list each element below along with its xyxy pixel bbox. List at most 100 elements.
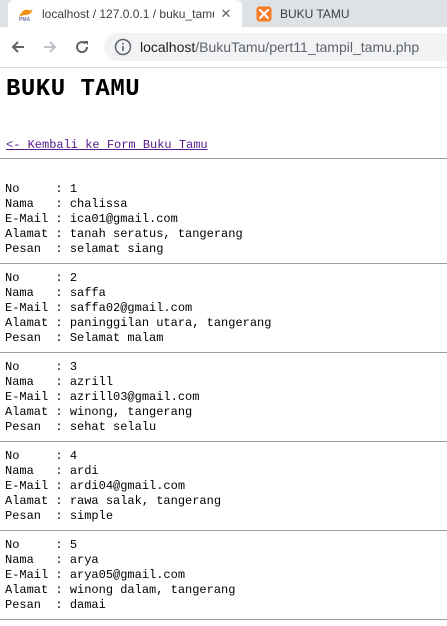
svg-text:PMA: PMA <box>19 17 31 22</box>
arrow-right-icon <box>44 41 57 53</box>
entry-field-no: No : 3 <box>5 360 199 375</box>
entry-field-pesan: Pesan : damai <box>5 598 235 613</box>
arrow-left-icon <box>11 41 24 53</box>
page-title: BUKU TAMU <box>6 76 141 103</box>
field-value: ardi04@gmail.com <box>69 479 186 493</box>
entry-field-nama: Nama : chalissa <box>5 197 243 212</box>
field-value: ardi <box>69 464 99 478</box>
reload-icon <box>76 41 89 54</box>
field-value: saffa02@gmail.com <box>69 301 193 315</box>
field-value: 4 <box>69 449 78 463</box>
field-value: damai <box>69 598 106 612</box>
divider <box>0 158 447 159</box>
entry-field-pesan: Pesan : sehat selalu <box>5 420 199 435</box>
entry-field-email: E-Mail : saffa02@gmail.com <box>5 301 271 316</box>
entry-field-alamat: Alamat : paninggilan utara, tangerang <box>5 316 271 331</box>
entry-field-nama: Nama : arya <box>5 553 235 568</box>
field-value: azrill <box>69 375 114 389</box>
field-label: Pesan : <box>5 331 70 345</box>
field-label: Pesan : <box>5 598 70 612</box>
field-label: No : <box>5 182 70 196</box>
field-value: simple <box>69 509 114 523</box>
guest-entry: No : 4 Nama : ardi E-Mail : ardi04@gmail.c… <box>5 449 221 524</box>
field-label: Alamat : <box>5 405 70 419</box>
field-label: No : <box>5 271 70 285</box>
close-icon[interactable]: ✕ <box>218 6 234 22</box>
guest-entry: No : 5 Nama : arya E-Mail : arya05@gmail.c… <box>5 538 235 613</box>
divider <box>0 352 447 353</box>
entry-field-no: No : 2 <box>5 271 271 286</box>
field-value: ica01@gmail.com <box>69 212 178 226</box>
entry-field-email: E-Mail : azrill03@gmail.com <box>5 390 199 405</box>
field-value: winong dalam, tangerang <box>69 583 236 597</box>
field-value: Selamat malam <box>69 331 164 345</box>
entry-field-nama: Nama : ardi <box>5 464 221 479</box>
divider <box>0 441 447 442</box>
field-label: Alamat : <box>5 583 70 597</box>
field-label: Alamat : <box>5 494 70 508</box>
entry-field-no: No : 5 <box>5 538 235 553</box>
field-value: tanah seratus, tangerang <box>69 227 243 241</box>
divider <box>0 530 447 531</box>
phpmyadmin-icon: PMA <box>18 6 34 22</box>
field-label: Nama : <box>5 375 70 389</box>
field-label: E-Mail : <box>5 568 70 582</box>
field-value: 5 <box>69 538 78 552</box>
info-icon[interactable] <box>114 38 132 56</box>
field-label: Alamat : <box>5 227 70 241</box>
field-value: 2 <box>69 271 78 285</box>
divider <box>0 263 447 264</box>
entry-field-email: E-Mail : arya05@gmail.com <box>5 568 235 583</box>
field-label: E-Mail : <box>5 390 70 404</box>
field-value: saffa <box>69 286 106 300</box>
entry-field-pesan: Pesan : simple <box>5 509 221 524</box>
field-value: 1 <box>69 182 78 196</box>
forward-button[interactable] <box>36 33 64 61</box>
field-label: Nama : <box>5 553 70 567</box>
field-label: Alamat : <box>5 316 70 330</box>
field-value: rawa salak, tangerang <box>69 494 222 508</box>
field-value: arya <box>69 553 99 567</box>
back-button[interactable] <box>4 33 32 61</box>
xampp-icon <box>256 6 272 22</box>
entry-field-alamat: Alamat : tanah seratus, tangerang <box>5 227 243 242</box>
tab-buku-tamu[interactable]: BUKU TAMU <box>248 0 447 27</box>
url-host: localhost <box>140 39 196 55</box>
field-label: No : <box>5 538 70 552</box>
back-to-form-link[interactable]: <- Kembali ke Form Buku Tamu <box>6 138 208 152</box>
entry-field-nama: Nama : azrill <box>5 375 199 390</box>
address-bar[interactable]: localhost/BukuTamu/pert11_tampil_tamu.ph… <box>104 33 447 61</box>
divider <box>0 619 447 620</box>
entry-field-email: E-Mail : ardi04@gmail.com <box>5 479 221 494</box>
guest-entry: No : 3 Nama : azrill E-Mail : azrill03@gma… <box>5 360 199 435</box>
field-value: azrill03@gmail.com <box>69 390 200 404</box>
field-label: Pesan : <box>5 509 70 523</box>
browser-toolbar: localhost/BukuTamu/pert11_tampil_tamu.ph… <box>0 27 447 68</box>
entry-field-email: E-Mail : ica01@gmail.com <box>5 212 243 227</box>
field-value: 3 <box>69 360 78 374</box>
field-value: chalissa <box>69 197 128 211</box>
entry-field-nama: Nama : saffa <box>5 286 271 301</box>
field-label: Pesan : <box>5 242 70 256</box>
tab-title: localhost / 127.0.0.1 / buku_tamu <box>42 6 214 21</box>
tab-phpmyadmin[interactable]: PMA localhost / 127.0.0.1 / buku_tamu ✕ <box>8 0 242 27</box>
guest-entry: No : 1 Nama : chalissa E-Mail : ica01@gmai… <box>5 182 243 257</box>
field-label: E-Mail : <box>5 212 70 226</box>
entry-field-pesan: Pesan : Selamat malam <box>5 331 271 346</box>
field-label: E-Mail : <box>5 301 70 315</box>
field-label: No : <box>5 449 70 463</box>
field-value: selamat siang <box>69 242 164 256</box>
field-value: winong, tangerang <box>69 405 193 419</box>
field-label: Nama : <box>5 464 70 478</box>
field-value: arya05@gmail.com <box>69 568 186 582</box>
entry-field-no: No : 1 <box>5 182 243 197</box>
tab-title: BUKU TAMU <box>280 6 350 21</box>
url-path: /BukuTamu/pert11_tampil_tamu.php <box>195 39 420 55</box>
field-label: No : <box>5 360 70 374</box>
field-value: paninggilan utara, tangerang <box>69 316 272 330</box>
entry-field-pesan: Pesan : selamat siang <box>5 242 243 257</box>
reload-button[interactable] <box>68 33 96 61</box>
field-label: Nama : <box>5 286 70 300</box>
guest-entry: No : 2 Nama : saffa E-Mail : saffa02@gmail… <box>5 271 271 346</box>
entry-field-alamat: Alamat : winong, tangerang <box>5 405 199 420</box>
